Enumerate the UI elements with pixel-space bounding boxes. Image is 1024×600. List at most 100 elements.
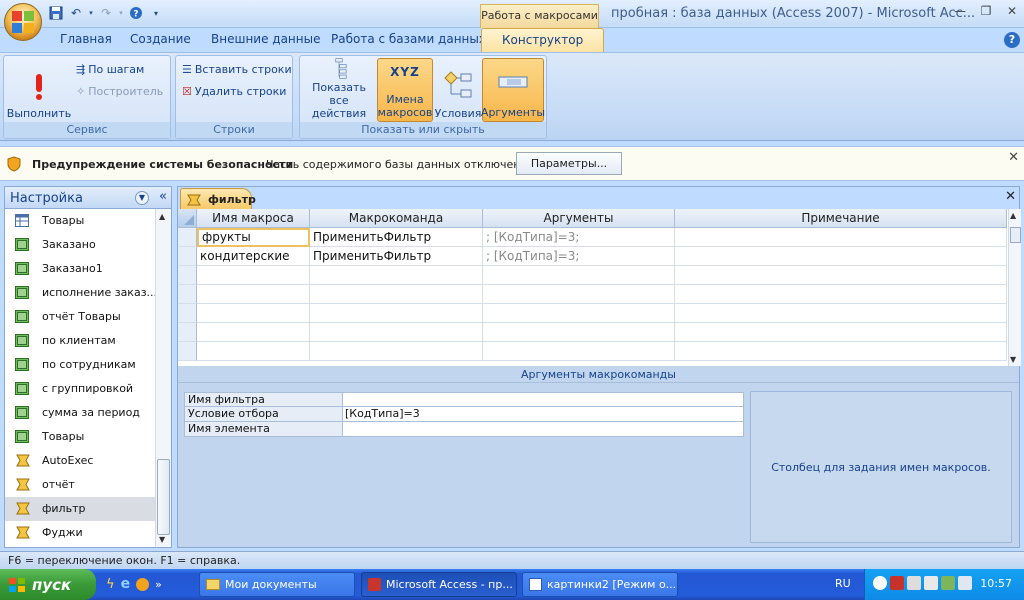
quicklaunch-lightning-icon[interactable]: ϟ	[106, 577, 115, 592]
undo-dropdown-icon[interactable]: ▾	[88, 5, 94, 21]
cell-arguments[interactable]	[483, 266, 675, 285]
nav-item[interactable]: Фуджи	[5, 521, 156, 545]
qat-customize-icon[interactable]: ▾	[148, 5, 164, 21]
task-word[interactable]: картинки2 [Режим о...	[522, 572, 678, 597]
cell-action[interactable]	[310, 304, 483, 323]
cell-comment[interactable]	[675, 228, 1007, 247]
nav-header[interactable]: Настройка ▼ «	[5, 187, 171, 209]
scroll-up-icon[interactable]: ▲	[159, 212, 165, 221]
show-all-actions-button[interactable]: Показать все действия	[303, 58, 375, 122]
step-button[interactable]: ⇶ По шагам	[76, 60, 144, 78]
cell-macro-name[interactable]	[197, 266, 310, 285]
security-options-button[interactable]: Параметры...	[516, 152, 622, 175]
row-selector[interactable]	[178, 247, 197, 266]
tab-create[interactable]: Создание	[130, 32, 191, 46]
language-indicator[interactable]: RU	[835, 577, 851, 590]
antivirus-icon[interactable]	[907, 576, 921, 590]
tab-external-data[interactable]: Внешние данные	[211, 32, 320, 46]
row-selector[interactable]	[178, 228, 197, 247]
builder-button[interactable]: ✧ Построитель	[76, 82, 163, 100]
cell-arguments[interactable]	[483, 323, 675, 342]
cell-macro-name[interactable]: кондитерские	[197, 247, 310, 266]
cell-action[interactable]: ПрименитьФильтр	[310, 228, 483, 247]
row-selector[interactable]	[178, 323, 197, 342]
internet-explorer-icon[interactable]: e	[121, 576, 131, 592]
nav-item[interactable]: по клиентам	[5, 329, 156, 353]
nav-item[interactable]: по сотрудникам	[5, 353, 156, 377]
tab-design[interactable]: Конструктор	[481, 28, 605, 53]
save-icon[interactable]	[48, 5, 64, 21]
row-selector[interactable]	[178, 342, 197, 361]
cell-comment[interactable]	[675, 247, 1007, 266]
undo-icon[interactable]: ↶	[68, 5, 84, 21]
usb-icon[interactable]	[941, 576, 955, 590]
column-header-action[interactable]: Макрокоманда	[310, 209, 483, 228]
row-selector[interactable]	[178, 304, 197, 323]
insert-rows-button[interactable]: ☰ Вставить строки	[182, 60, 292, 78]
cell-macro-name[interactable]	[197, 323, 310, 342]
cell-action[interactable]	[310, 342, 483, 361]
nav-dropdown-icon[interactable]: ▼	[135, 191, 149, 205]
cell-action[interactable]	[310, 285, 483, 304]
cell-arguments[interactable]	[483, 304, 675, 323]
macro-names-button[interactable]: XYZ Имена макросов	[377, 58, 433, 122]
grid-scroll-up-icon[interactable]: ▲	[1010, 211, 1016, 220]
column-header-macro-name[interactable]: Имя макроса	[197, 209, 310, 228]
nav-item[interactable]: с группировкой	[5, 377, 156, 401]
select-all-corner[interactable]	[178, 209, 197, 228]
help-circle-icon[interactable]: ?	[128, 5, 144, 21]
nav-collapse-icon[interactable]: «	[159, 189, 167, 204]
cell-macro-name[interactable]	[197, 304, 310, 323]
close-icon[interactable]: ✕	[1004, 4, 1020, 18]
grid-scrollbar[interactable]: ▲ ▼	[1008, 209, 1021, 366]
conditions-button[interactable]: Условия	[435, 58, 481, 122]
tab-database-tools[interactable]: Работа с базами данных	[331, 32, 486, 46]
tray-expand-icon[interactable]	[873, 576, 887, 590]
argument-value-field[interactable]	[343, 392, 744, 407]
quicklaunch-more-icon[interactable]: »	[155, 578, 162, 591]
cell-comment[interactable]	[675, 323, 1007, 342]
nav-scroll-thumb[interactable]	[157, 459, 170, 535]
task-my-documents[interactable]: Мои документы	[199, 572, 355, 597]
document-close-icon[interactable]: ✕	[1005, 189, 1016, 204]
row-selector[interactable]	[178, 266, 197, 285]
nav-item[interactable]: Заказано1	[5, 257, 156, 281]
cell-arguments[interactable]: ; [КодТипа]=3;	[483, 247, 675, 266]
cell-arguments[interactable]: ; [КодТипа]=3;	[483, 228, 675, 247]
cell-arguments[interactable]	[483, 285, 675, 304]
column-header-comment[interactable]: Примечание	[675, 209, 1007, 228]
nav-item[interactable]: Заказано	[5, 233, 156, 257]
scroll-down-icon[interactable]: ▼	[159, 535, 165, 544]
task-access[interactable]: Microsoft Access - пр...	[361, 572, 517, 597]
nav-item[interactable]: отчёт Товары	[5, 305, 156, 329]
redo-icon[interactable]: ↷	[98, 5, 114, 21]
cell-macro-name[interactable]	[197, 342, 310, 361]
delete-rows-button[interactable]: ☒ Удалить строки	[182, 82, 286, 100]
cell-macro-name[interactable]	[197, 285, 310, 304]
cell-macro-name[interactable]: фрукты	[197, 228, 310, 247]
office-button[interactable]	[4, 3, 42, 41]
tab-home[interactable]: Главная	[60, 32, 112, 46]
argument-value-field[interactable]: [КодТипа]=3	[343, 407, 744, 422]
run-button[interactable]: Выполнить	[7, 58, 71, 122]
grid-scroll-down-icon[interactable]: ▼	[1010, 355, 1016, 364]
cell-comment[interactable]	[675, 266, 1007, 285]
media-player-icon[interactable]	[136, 577, 150, 591]
cell-comment[interactable]	[675, 342, 1007, 361]
network-icon[interactable]	[890, 576, 904, 590]
arguments-button[interactable]: Аргументы	[481, 58, 545, 122]
row-selector[interactable]	[178, 285, 197, 304]
cell-comment[interactable]	[675, 285, 1007, 304]
nav-item[interactable]: фильтр	[5, 497, 156, 521]
nav-item[interactable]: исполнение заказ...	[5, 281, 157, 305]
nav-item[interactable]: отчёт	[5, 473, 156, 497]
security-close-icon[interactable]: ✕	[1008, 150, 1019, 165]
argument-value-field[interactable]	[343, 422, 744, 437]
redo-dropdown-icon[interactable]: ▾	[118, 5, 124, 21]
volume-icon[interactable]	[924, 576, 938, 590]
nav-scrollbar[interactable]: ▲ ▼	[155, 209, 171, 547]
cell-comment[interactable]	[675, 304, 1007, 323]
nav-item[interactable]: Товары	[5, 425, 156, 449]
nav-item[interactable]: Товары	[5, 209, 156, 233]
restore-icon[interactable]: ❐	[978, 4, 994, 18]
